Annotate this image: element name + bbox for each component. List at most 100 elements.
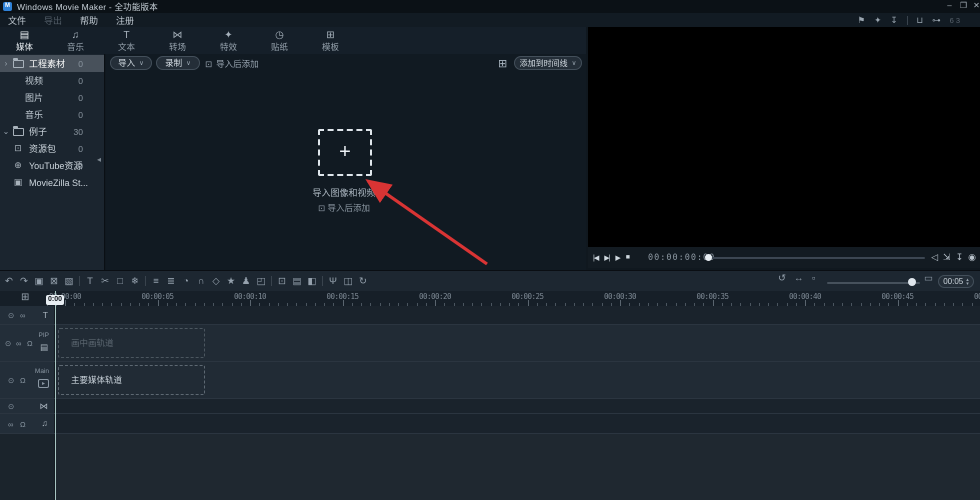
track-main[interactable]: 主要媒体轨道 ⊙ Ω Main ▸ [0, 362, 980, 399]
promo-icon[interactable]: ⚑ [858, 15, 866, 26]
lock-icon[interactable]: Ω [20, 420, 26, 429]
menu-help[interactable]: 帮助 [80, 14, 98, 27]
refresh-icon[interactable]: ↺ [778, 273, 786, 284]
zoom-slider-handle[interactable] [908, 278, 916, 286]
zoom-out-icon[interactable]: ▫ [812, 273, 815, 284]
link-icon[interactable]: ∞ [16, 339, 21, 348]
cart-icon[interactable]: ⊔ [917, 15, 924, 26]
import-dropzone[interactable]: + [318, 129, 372, 176]
zoom-slider[interactable] [827, 282, 920, 284]
zoom-in-icon[interactable]: ▭ [924, 273, 933, 284]
link-icon[interactable]: ∞ [8, 420, 13, 429]
visibility-icon[interactable]: ⊙ [8, 402, 14, 411]
folder-icon [13, 57, 24, 68]
panel-collapse-icon[interactable]: ◂ [97, 155, 101, 164]
track-pip-content[interactable]: 画中画轨道 [55, 325, 980, 361]
sidebar-moviezilla[interactable]: ▣ MovieZilla St... [0, 174, 104, 191]
tab-icon: ◷ [275, 29, 284, 41]
visibility-icon[interactable]: ⊙ [8, 376, 14, 385]
link-icon[interactable]: ∞ [20, 311, 25, 320]
tab-stickers[interactable]: ◷ 贴纸 [256, 27, 303, 54]
add-after-import-checkbox[interactable]: ⊡ 导入后添加 [205, 58, 259, 70]
sidebar-resource-pack[interactable]: ⊡ 资源包 0 [0, 140, 104, 157]
playhead-line[interactable] [55, 291, 56, 500]
maximize-button[interactable]: ❐ [957, 0, 970, 12]
tab-music[interactable]: ♫ 音乐 [52, 27, 99, 54]
minimize-button[interactable]: – [943, 0, 956, 12]
chevron-down-icon: ∨ [139, 60, 144, 67]
volume-icon[interactable]: ◁ [931, 252, 938, 263]
lock-icon[interactable]: Ω [20, 376, 26, 385]
grid-view-icon[interactable]: ⊞ [498, 57, 507, 70]
track-main-header: ⊙ Ω Main ▸ [0, 362, 55, 398]
track-transition[interactable]: ⊙ ⋈ [0, 399, 980, 414]
sidebar-pictures[interactable]: 图片 0 [0, 89, 104, 106]
tab-media[interactable]: ▤ 媒体 [1, 27, 48, 54]
fullscreen-icon[interactable]: ⇲ [943, 252, 951, 263]
item-icon: ⊕ [14, 160, 22, 170]
menu-bar: 文件 导出 帮助 注册 ⚑ ✦ ↧ ⊔ ⊶ 63 [0, 13, 980, 27]
preview-right-icons: ◁ ⇲ ↧ ◉ [931, 247, 976, 268]
timeline-ruler[interactable]: 00:00:00 00:00:05 00:00:10 00:00:15 00:00:20… [0, 291, 980, 306]
tab-transitions[interactable]: ⋈ 转场 [154, 27, 201, 54]
tab-text[interactable]: T 文本 [103, 27, 150, 54]
default-duration-spinner[interactable]: 00:05 ▴ ▾ [938, 275, 974, 288]
fit-timeline-icon[interactable]: ↔ [794, 273, 804, 284]
key-icon[interactable]: ⊶ [932, 15, 941, 26]
visibility-icon[interactable]: ⊙ [5, 339, 11, 348]
checkbox-icon: ⊡ [317, 203, 326, 213]
pip-track-placeholder[interactable]: 画中画轨道 [58, 328, 205, 358]
sidebar-youtube[interactable]: ⊕ YouTube资源 0 [0, 157, 104, 174]
menu-icon-group: ⚑ ✦ ↧ ⊔ ⊶ 63 [858, 13, 962, 27]
track-text[interactable]: ⊙ ∞ T [0, 306, 980, 325]
track-audio-content[interactable] [55, 414, 980, 433]
spinner-arrows-icon[interactable]: ▴ ▾ [966, 277, 969, 286]
seek-bar[interactable] [708, 257, 925, 259]
track-transition-content[interactable] [55, 399, 980, 413]
chevron-down-icon: ∨ [186, 60, 191, 67]
close-button[interactable]: ✕ [970, 0, 980, 12]
track-main-content[interactable]: 主要媒体轨道 [55, 362, 980, 398]
play-button[interactable]: ▶ [615, 254, 620, 262]
sidebar-music[interactable]: 音乐 0 [0, 106, 104, 123]
title-bar: M Windows Movie Maker - 全功能版本 – ❐ ✕ [0, 0, 980, 13]
camera-icon[interactable]: ◉ [968, 252, 976, 263]
save-icon[interactable]: ↧ [890, 15, 897, 26]
track-pip[interactable]: 画中画轨道 ⊙ ∞ Ω PIP ▤ [0, 325, 980, 362]
menu-icons-divider [906, 15, 908, 25]
audio-track-icon: ♫ [41, 418, 48, 428]
playhead-flag[interactable]: 0:00 [46, 295, 64, 305]
dropzone-subtitle[interactable]: ⊡ 导入后添加 [224, 202, 464, 214]
preview-viewport[interactable] [588, 27, 980, 247]
prev-frame-button[interactable]: |◀ [593, 254, 599, 262]
next-frame-button[interactable]: ▶| [604, 254, 610, 262]
main-track-placeholder[interactable]: 主要媒体轨道 [58, 365, 205, 395]
menu-badge: 63 [949, 15, 962, 25]
wand-icon[interactable]: ✦ [874, 15, 881, 26]
media-panel: 导入 ∨ 录制 ∨ ⊡ 导入后添加 ⊞ 添加到时间线 ∨ + 导入图像和视频 ⊡… [106, 54, 586, 270]
menu-export[interactable]: 导出 [44, 14, 62, 27]
import-button[interactable]: 导入 ∨ [110, 56, 152, 70]
sidebar-samples[interactable]: ⌄ 例子 30 [0, 123, 104, 140]
sidebar-videos[interactable]: 视频 0 [0, 72, 104, 89]
tab-templates[interactable]: ⊞ 模板 [307, 27, 354, 54]
record-button[interactable]: 录制 ∨ [156, 56, 200, 70]
menu-register[interactable]: 注册 [116, 14, 134, 27]
tab-icon: T [123, 29, 130, 41]
track-text-content[interactable] [55, 306, 980, 324]
expand-chevron-icon[interactable]: ⌄ [2, 127, 10, 136]
seek-handle[interactable] [705, 254, 712, 261]
manage-tracks-icon[interactable]: ⊞ [21, 292, 29, 303]
expand-chevron-icon[interactable]: › [2, 59, 10, 68]
stop-button[interactable]: ■ [626, 254, 630, 261]
track-audio[interactable]: ∞ Ω ♫ [0, 414, 980, 434]
sidebar-project-media[interactable]: › 工程素材 0 [0, 55, 104, 72]
snapshot-icon[interactable]: ↧ [956, 252, 964, 263]
pip-track-icon: ▤ [39, 342, 48, 352]
tab-effects[interactable]: ✦ 特效 [205, 27, 252, 54]
lock-icon[interactable]: Ω [27, 339, 33, 348]
menu-file[interactable]: 文件 [8, 14, 26, 27]
visibility-icon[interactable]: ⊙ [8, 311, 14, 320]
menu-items: 文件 导出 帮助 注册 [8, 13, 134, 27]
add-to-timeline-button[interactable]: 添加到时间线 ∨ [514, 56, 582, 70]
